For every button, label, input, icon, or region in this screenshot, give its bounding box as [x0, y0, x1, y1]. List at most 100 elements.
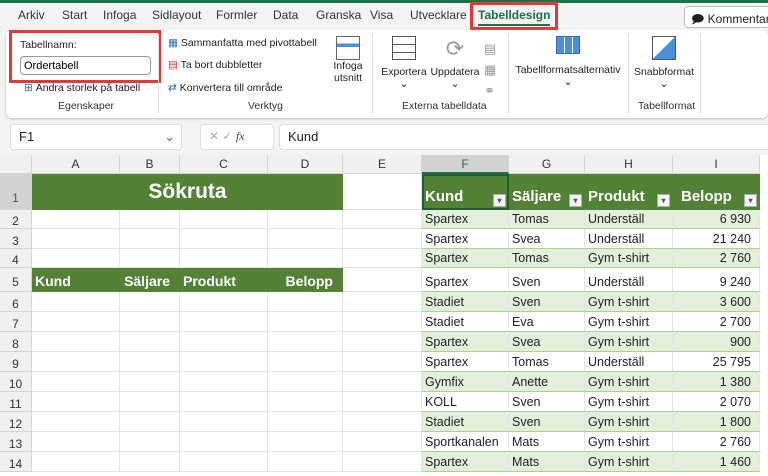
table-cell[interactable]: Spartex [422, 452, 509, 472]
cell[interactable] [32, 229, 120, 249]
table-cell[interactable]: Underställ [585, 229, 673, 249]
cell[interactable] [343, 174, 422, 210]
cell[interactable] [343, 210, 422, 229]
table-cell[interactable]: 2 070 [673, 392, 760, 412]
row-header-14[interactable]: 14 [0, 452, 32, 472]
cell[interactable] [268, 229, 343, 249]
row-header-6[interactable]: 6 [0, 292, 32, 312]
cell[interactable] [180, 372, 268, 392]
column-header-B[interactable]: B [120, 155, 180, 174]
table-cell[interactable]: Tomas [509, 352, 585, 372]
tab-data[interactable]: Data [273, 8, 298, 22]
table-cell[interactable]: 6 930 [673, 210, 760, 229]
table-cell[interactable]: Spartex [422, 352, 509, 372]
cell[interactable] [180, 229, 268, 249]
table-cell[interactable]: Gym t-shirt [585, 292, 673, 312]
row-header-7[interactable]: 7 [0, 312, 32, 332]
table-cell[interactable]: Sven [509, 292, 585, 312]
row-header-9[interactable]: 9 [0, 352, 32, 372]
cell[interactable] [180, 332, 268, 352]
cell[interactable] [268, 332, 343, 352]
table-cell[interactable]: Stadiet [422, 312, 509, 332]
cell[interactable] [180, 352, 268, 372]
cell[interactable] [32, 352, 120, 372]
row-header-2[interactable]: 2 [0, 210, 32, 229]
filter-dropdown-icon[interactable]: ▾ [657, 194, 670, 207]
cell[interactable] [32, 312, 120, 332]
export-button[interactable]: Exportera ⌄ [380, 36, 428, 90]
row-header-4[interactable]: 4 [0, 249, 32, 268]
table-cell[interactable]: 900 [673, 332, 760, 352]
cell[interactable] [120, 412, 180, 432]
cell[interactable] [120, 210, 180, 229]
table-cell[interactable]: Gym t-shirt [585, 249, 673, 268]
cell[interactable] [268, 352, 343, 372]
table-cell[interactable]: Gym t-shirt [585, 452, 673, 472]
table-cell[interactable]: Sven [509, 392, 585, 412]
cell[interactable] [120, 392, 180, 412]
cell[interactable] [268, 372, 343, 392]
cell[interactable] [32, 249, 120, 268]
table-cell[interactable]: Spartex [422, 268, 509, 292]
cell[interactable] [268, 412, 343, 432]
table-cell[interactable]: Underställ [585, 210, 673, 229]
cell[interactable] [343, 432, 422, 452]
row-header-10[interactable]: 10 [0, 372, 32, 392]
tab-sidlayout[interactable]: Sidlayout [152, 8, 201, 22]
table-cell[interactable]: Stadiet [422, 412, 509, 432]
table-cell[interactable]: Gym t-shirt [585, 392, 673, 412]
row-header-12[interactable]: 12 [0, 412, 32, 432]
cell[interactable] [180, 312, 268, 332]
tab-start[interactable]: Start [62, 8, 87, 22]
tab-formler[interactable]: Formler [216, 8, 257, 22]
cell[interactable] [180, 392, 268, 412]
cell[interactable] [343, 249, 422, 268]
table-cell[interactable]: 2 760 [673, 249, 760, 268]
table-name-input[interactable] [20, 56, 151, 75]
table-cell[interactable]: 1 800 [673, 412, 760, 432]
table-cell[interactable]: Svea [509, 229, 585, 249]
column-header-G[interactable]: G [509, 155, 585, 174]
filter-dropdown-icon[interactable]: ▾ [493, 194, 506, 207]
table-cell[interactable]: Spartex [422, 332, 509, 352]
table-cell[interactable]: Spartex [422, 249, 509, 268]
table-cell[interactable]: Sven [509, 412, 585, 432]
select-all-corner[interactable] [0, 155, 32, 174]
table-cell[interactable]: 9 240 [673, 268, 760, 292]
table-cell[interactable]: Mats [509, 432, 585, 452]
cell[interactable] [343, 332, 422, 352]
table-cell[interactable]: Gymfix [422, 372, 509, 392]
quick-styles-button[interactable]: Snabbformat ⌄ [632, 36, 696, 90]
cell[interactable] [32, 332, 120, 352]
cell[interactable] [268, 292, 343, 312]
table-cell[interactable]: 3 600 [673, 292, 760, 312]
table-cell[interactable]: Eva [509, 312, 585, 332]
table-cell[interactable]: Sven [509, 268, 585, 292]
cell[interactable] [268, 452, 343, 472]
tab-infoga[interactable]: Infoga [103, 8, 136, 22]
column-header-D[interactable]: D [268, 155, 343, 174]
column-header-A[interactable]: A [32, 155, 120, 174]
cell[interactable] [120, 352, 180, 372]
row-header-11[interactable]: 11 [0, 392, 32, 412]
open-browser-icon[interactable]: ▦ [484, 59, 496, 80]
row-header-3[interactable]: 3 [0, 229, 32, 249]
table-cell[interactable]: Gym t-shirt [585, 312, 673, 332]
table-cell[interactable]: Spartex [422, 210, 509, 229]
cell[interactable] [180, 210, 268, 229]
tab-utvecklare[interactable]: Utvecklare [410, 8, 467, 22]
table-cell[interactable]: Tomas [509, 210, 585, 229]
refresh-button[interactable]: ⟳ Uppdatera ⌄ [430, 36, 480, 90]
table-cell[interactable]: Spartex [422, 229, 509, 249]
table-cell[interactable]: Underställ [585, 268, 673, 292]
table-cell[interactable]: KOLL [422, 392, 509, 412]
cell[interactable] [32, 372, 120, 392]
table-cell[interactable]: Svea [509, 332, 585, 352]
cell[interactable] [120, 452, 180, 472]
resize-table-button[interactable]: ⊞ Ändra storlek på tabell [24, 82, 140, 94]
cell[interactable] [180, 249, 268, 268]
table-cell[interactable]: 1 380 [673, 372, 760, 392]
table-cell[interactable]: Gym t-shirt [585, 412, 673, 432]
table-cell[interactable]: 2 760 [673, 432, 760, 452]
table-cell[interactable]: Gym t-shirt [585, 432, 673, 452]
